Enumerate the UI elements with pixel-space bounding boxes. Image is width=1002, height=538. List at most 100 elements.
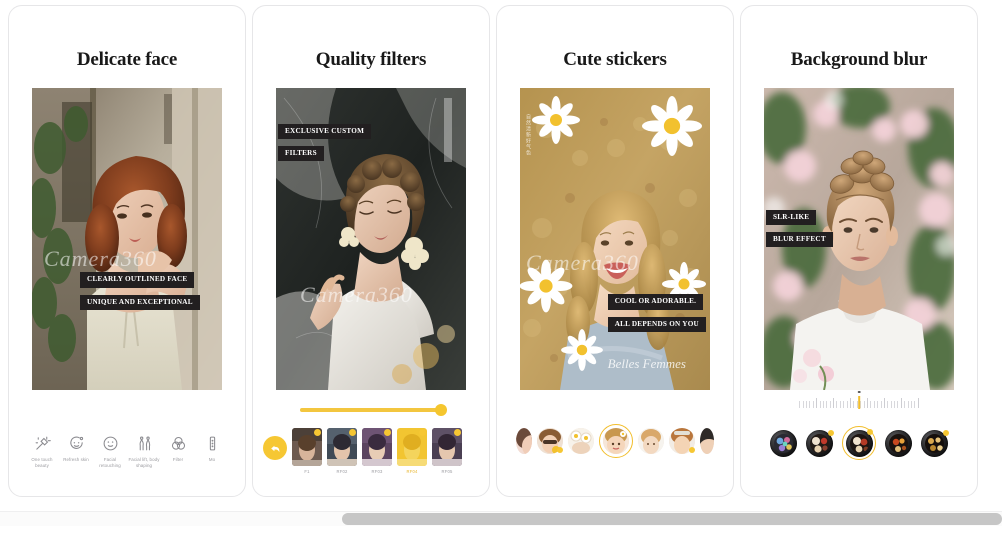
badge-group: COOL OR ADORABLE. ALL DEPENDS ON YOU bbox=[607, 294, 706, 332]
tool-facial-lift-body-shaping[interactable]: Facial lift, body shaping bbox=[127, 435, 161, 470]
filter-thumb[interactable] bbox=[292, 428, 322, 466]
sticker-thumb[interactable] bbox=[700, 428, 714, 454]
filter-item[interactable]: RF05 bbox=[432, 428, 462, 474]
overlay-badge: CLEARLY OUTLINED FACE bbox=[80, 272, 195, 288]
filter-badge-dot bbox=[454, 429, 461, 436]
page-title: Delicate face bbox=[76, 49, 178, 70]
lens-badge-dot bbox=[828, 429, 834, 436]
screenshot-card-quality-filters[interactable]: Quality filters EXCLUSIVE CUSTOM FILTERS… bbox=[252, 5, 490, 497]
tool-label: Mo bbox=[208, 456, 216, 462]
sticker-thumb[interactable] bbox=[568, 428, 594, 454]
lens-preview bbox=[774, 433, 793, 453]
sticker-item[interactable] bbox=[516, 428, 532, 454]
sticker-item[interactable] bbox=[669, 428, 695, 454]
tool-label: Facial retouching bbox=[99, 456, 121, 469]
ruler-cursor[interactable] bbox=[858, 395, 860, 409]
sticker-thumb[interactable] bbox=[516, 428, 532, 454]
sticker-item-selected[interactable] bbox=[599, 424, 633, 458]
ruler-ticks bbox=[799, 390, 919, 409]
filter-item-selected[interactable]: RF04 bbox=[397, 428, 427, 474]
vertical-caption: 自然清新好气色 bbox=[525, 113, 531, 156]
lens-item[interactable] bbox=[885, 429, 912, 457]
screenshot-gallery: Delicate face CLEARLY OUTLINED FACE UNIQ… bbox=[0, 0, 1002, 500]
overlay-badge: EXCLUSIVE CUSTOM bbox=[278, 123, 372, 140]
overlay-badge: ALL DEPENDS ON YOU bbox=[607, 316, 706, 332]
tool-refresh-skin[interactable]: Refresh skin bbox=[59, 435, 93, 470]
page-title: Background blur bbox=[790, 49, 928, 70]
lens-bokeh-art bbox=[889, 433, 908, 453]
undo-arrow-icon bbox=[270, 445, 279, 452]
tool-one-touch-beauty[interactable]: One touch beauty bbox=[25, 435, 59, 470]
filter-label: RF05 bbox=[441, 469, 453, 474]
lens-badge-dot bbox=[867, 429, 873, 435]
filter-intensity-slider[interactable] bbox=[299, 404, 447, 416]
tool-more[interactable]: Mo bbox=[195, 435, 229, 470]
filter-badge-dot bbox=[314, 429, 321, 436]
filter-badge-dot bbox=[349, 429, 356, 436]
filter-thumb[interactable] bbox=[362, 428, 392, 466]
badge-group: CLEARLY OUTLINED FACE UNIQUE AND EXCEPTI… bbox=[80, 272, 200, 310]
photo-art-woman-daisies bbox=[520, 87, 710, 390]
filter-label: F1 bbox=[304, 469, 310, 474]
sticker-item[interactable] bbox=[638, 428, 664, 454]
preview-photo: CLEARLY OUTLINED FACE UNIQUE AND EXCEPTI… bbox=[32, 87, 222, 390]
horizontal-scrollbar[interactable] bbox=[0, 511, 1002, 526]
tool-facial-retouching[interactable]: Facial retouching bbox=[93, 435, 127, 470]
overlay-badge: COOL OR ADORABLE. bbox=[607, 294, 704, 310]
sticker-preview bbox=[568, 428, 594, 454]
badge-group: SLR-LIKE BLUR EFFECT bbox=[766, 209, 833, 248]
lens-thumb[interactable] bbox=[885, 429, 912, 457]
sticker-picker-row bbox=[497, 424, 733, 458]
screenshot-card-cute-stickers[interactable]: Cute stickers 自然清新好气色 Camera360 Belles F… bbox=[496, 5, 734, 497]
lens-preview bbox=[889, 433, 908, 453]
filter-thumbnail-row: F1 RF02 RF03 RF04 RF05 bbox=[259, 428, 489, 474]
filter-intensity-slider-row bbox=[253, 404, 489, 416]
filter-thumb[interactable] bbox=[397, 428, 427, 466]
smiley-face-icon bbox=[68, 435, 85, 452]
filter-circles-icon bbox=[170, 435, 187, 452]
lens-bokeh-art bbox=[849, 433, 869, 453]
editor-toolbar: One touch beauty Refresh skin Facial ret… bbox=[9, 435, 245, 470]
sticker-thumb[interactable] bbox=[603, 428, 629, 454]
filter-label: RF04 bbox=[406, 469, 418, 474]
tool-label: Refresh skin bbox=[63, 456, 89, 462]
overlay-badge: BLUR EFFECT bbox=[766, 232, 833, 248]
sticker-preview bbox=[603, 428, 629, 454]
ruler-cursor-dot bbox=[857, 390, 861, 394]
undo-button[interactable] bbox=[263, 436, 287, 460]
lens-thumb[interactable] bbox=[770, 429, 797, 457]
lens-bokeh-art bbox=[810, 433, 829, 453]
filter-thumb[interactable] bbox=[327, 428, 357, 466]
lens-item[interactable] bbox=[806, 429, 834, 457]
page-title: Cute stickers bbox=[563, 49, 667, 70]
photo-art-woman-red-hair bbox=[32, 87, 222, 390]
screenshot-card-delicate-face[interactable]: Delicate face CLEARLY OUTLINED FACE UNIQ… bbox=[8, 5, 246, 497]
filter-thumb[interactable] bbox=[432, 428, 462, 466]
filter-badge-dot bbox=[419, 429, 426, 436]
filter-item[interactable]: RF02 bbox=[327, 428, 357, 474]
sticker-badge-dot bbox=[557, 447, 563, 453]
filter-item[interactable]: F1 bbox=[292, 428, 322, 474]
lens-item[interactable] bbox=[770, 429, 797, 457]
tool-filter[interactable]: Filter bbox=[161, 435, 195, 470]
sticker-preview bbox=[638, 428, 664, 454]
screenshot-card-background-blur[interactable]: Background blur SLR-LIKE BLUR EFFECT bbox=[740, 5, 978, 497]
filter-item[interactable]: RF03 bbox=[362, 428, 392, 474]
magic-wand-icon bbox=[34, 435, 51, 452]
slider-knob[interactable] bbox=[434, 404, 447, 416]
lens-item-selected[interactable] bbox=[842, 426, 876, 460]
sticker-thumb[interactable] bbox=[638, 428, 664, 454]
sticker-item[interactable] bbox=[568, 428, 594, 454]
filter-label: RF03 bbox=[371, 469, 383, 474]
preview-photo: EXCLUSIVE CUSTOM FILTERS Camera360 bbox=[276, 87, 466, 390]
sticker-item[interactable] bbox=[700, 428, 714, 454]
body-shape-icon bbox=[136, 435, 153, 452]
lens-item[interactable] bbox=[921, 429, 949, 457]
sticker-item[interactable] bbox=[537, 428, 563, 454]
scrollbar-thumb[interactable] bbox=[342, 513, 1002, 525]
blur-amount-ruler[interactable] bbox=[741, 390, 977, 410]
filter-badge-dot bbox=[384, 429, 391, 436]
more-icon bbox=[204, 435, 221, 452]
overlay-badge: UNIQUE AND EXCEPTIONAL bbox=[80, 294, 200, 310]
lens-bokeh-art bbox=[925, 433, 944, 453]
